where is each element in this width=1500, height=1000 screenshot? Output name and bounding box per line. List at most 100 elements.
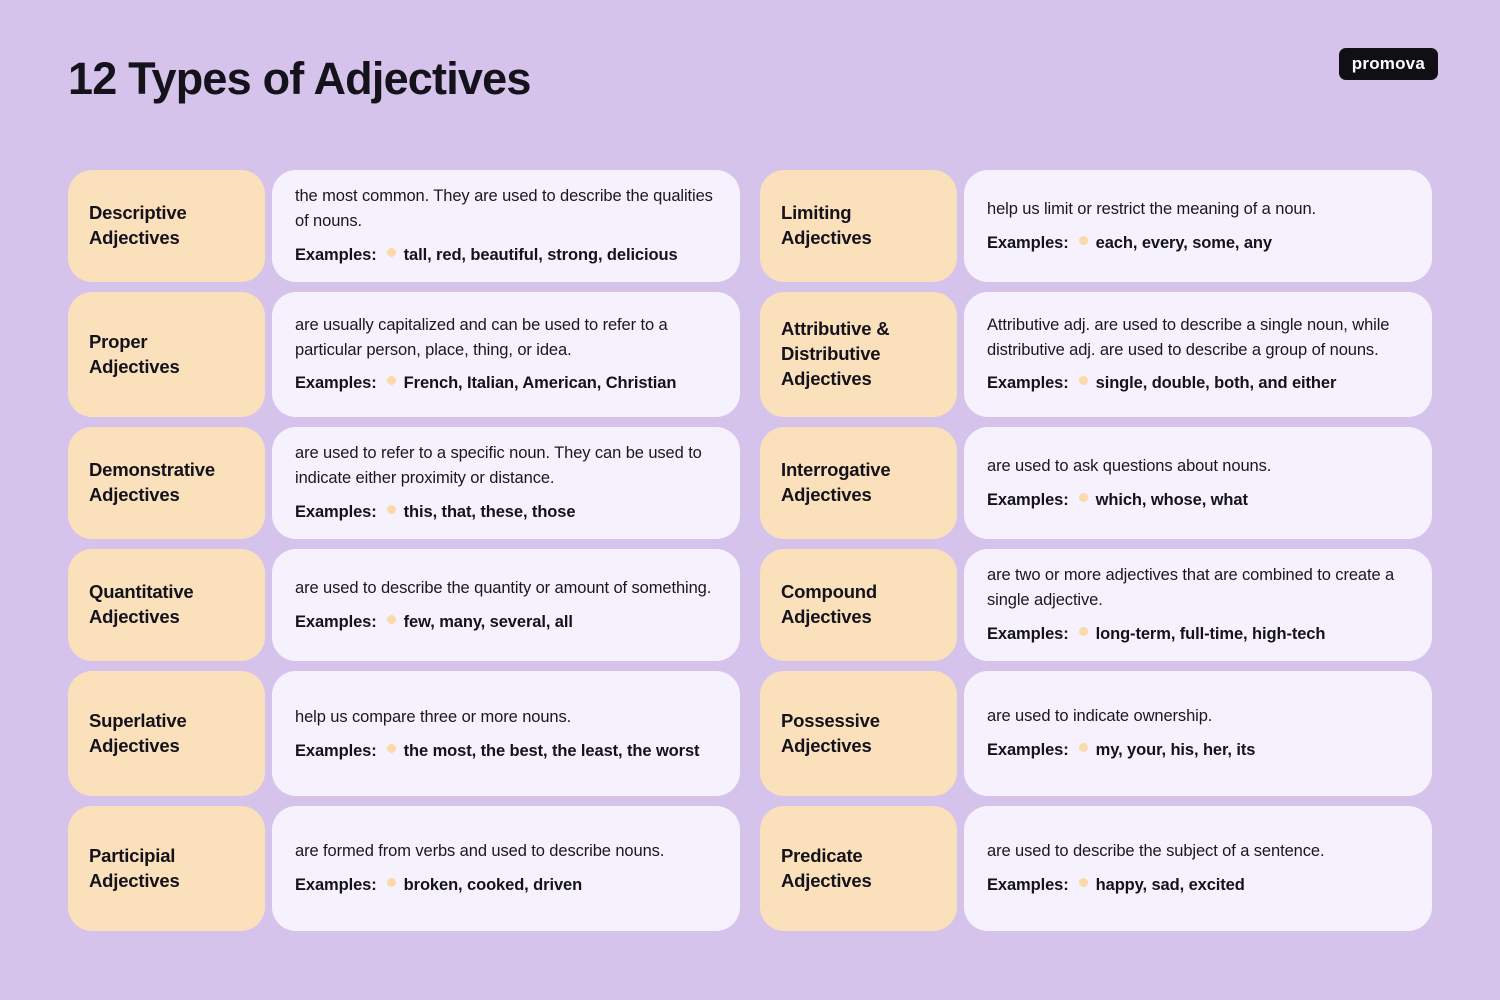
adjective-card-predicate: Predicate Adjectives are used to describ… xyxy=(760,806,1432,931)
card-examples-row: Examples: broken, cooked, driven xyxy=(295,873,716,898)
adjective-card-possessive: Possessive Adjectives are used to indica… xyxy=(760,671,1432,796)
card-body-demonstrative: are used to refer to a specific noun. Th… xyxy=(272,427,740,539)
card-title: Attributive & Distributive Adjectives xyxy=(781,318,890,389)
examples-text: happy, sad, excited xyxy=(1095,876,1245,894)
card-examples-row: Examples: few, many, several, all xyxy=(295,610,716,635)
bullet-dot-icon xyxy=(1078,376,1088,386)
card-examples-row: Examples: each, every, some, any xyxy=(987,231,1408,256)
card-description: are used to describe the subject of a se… xyxy=(987,842,1325,861)
examples-text: single, double, both, and either xyxy=(1095,374,1337,393)
card-title: Proper Adjectives xyxy=(89,330,180,377)
card-body-possessive: are used to indicate ownership. Examples… xyxy=(964,671,1432,796)
card-label-superlative: Superlative Adjectives xyxy=(68,671,265,796)
card-examples-row: Examples: long-term, full-time, high-tec… xyxy=(987,622,1408,647)
card-body-descriptive: the most common. They are used to descri… xyxy=(272,170,740,282)
bullet-dot-icon xyxy=(386,247,396,257)
card-title: Participial Adjectives xyxy=(89,844,180,891)
card-label-proper: Proper Adjectives xyxy=(68,292,265,417)
card-title: Quantitative Adjectives xyxy=(89,581,194,627)
bullet-dot-icon xyxy=(386,744,396,753)
bullet-dot-icon xyxy=(1078,235,1088,245)
card-label-descriptive: Descriptive Adjectives xyxy=(68,170,265,282)
card-body-interrogative: are used to ask questions about nouns. E… xyxy=(964,427,1432,539)
examples-text: few, many, several, all xyxy=(403,612,573,631)
examples-label: Examples: xyxy=(295,876,377,894)
adjective-card-compound: Compound Adjectives are two or more adje… xyxy=(760,549,1432,661)
card-description: are used to refer to a specific noun. Th… xyxy=(295,444,702,488)
card-label-attributive-distributive: Attributive & Distributive Adjectives xyxy=(760,292,957,417)
examples-label: Examples: xyxy=(295,742,377,760)
examples-label: Examples: xyxy=(987,876,1069,894)
card-examples-row: Examples: which, whose, what xyxy=(987,488,1408,513)
adjective-card-demonstrative: Demonstrative Adjectives are used to ref… xyxy=(68,427,740,539)
adjective-type-grid: Descriptive Adjectives the most common. … xyxy=(68,170,1432,931)
examples-text: tall, red, beautiful, strong, delicious xyxy=(403,245,678,264)
adjective-card-participial: Participial Adjectives are formed from v… xyxy=(68,806,740,931)
card-body-limiting: help us limit or restrict the meaning of… xyxy=(964,170,1432,282)
card-examples-row: Examples: the most, the best, the least,… xyxy=(295,739,716,764)
examples-text: each, every, some, any xyxy=(1095,233,1272,252)
card-label-demonstrative: Demonstrative Adjectives xyxy=(68,427,265,539)
header: 12 Types of Adjectives promova xyxy=(0,0,1500,160)
examples-text: long-term, full-time, high-tech xyxy=(1095,624,1326,643)
card-examples-row: Examples: happy, sad, excited xyxy=(987,873,1408,898)
card-body-quantitative: are used to describe the quantity or amo… xyxy=(272,549,740,661)
adjective-card-superlative: Superlative Adjectives help us compare t… xyxy=(68,671,740,796)
card-label-compound: Compound Adjectives xyxy=(760,549,957,661)
bullet-dot-icon xyxy=(386,614,396,624)
examples-label: Examples: xyxy=(295,612,377,631)
card-label-interrogative: Interrogative Adjectives xyxy=(760,427,957,539)
card-description: help us limit or restrict the meaning of… xyxy=(987,199,1317,218)
card-description: are two or more adjectives that are comb… xyxy=(987,566,1395,610)
card-description: Attributive adj. are used to describe a … xyxy=(987,315,1390,359)
card-examples-row: Examples: this, that, these, those xyxy=(295,500,716,525)
card-title: Descriptive Adjectives xyxy=(89,202,187,248)
examples-label: Examples: xyxy=(295,502,377,521)
bullet-dot-icon xyxy=(386,878,396,887)
examples-label: Examples: xyxy=(987,624,1069,643)
card-description: are usually capitalized and can be used … xyxy=(295,315,668,359)
card-body-superlative: help us compare three or more nouns. Exa… xyxy=(272,671,740,796)
examples-text: broken, cooked, driven xyxy=(403,876,583,894)
card-label-limiting: Limiting Adjectives xyxy=(760,170,957,282)
card-label-possessive: Possessive Adjectives xyxy=(760,671,957,796)
adjective-card-limiting: Limiting Adjectives help us limit or res… xyxy=(760,170,1432,282)
bullet-dot-icon xyxy=(1078,743,1088,752)
bullet-dot-icon xyxy=(1078,878,1088,887)
examples-label: Examples: xyxy=(987,490,1069,509)
card-title: Interrogative Adjectives xyxy=(781,459,891,505)
infographic-page: 12 Types of Adjectives promova Descripti… xyxy=(0,0,1500,1000)
card-body-proper: are usually capitalized and can be used … xyxy=(272,292,740,417)
card-description: are used to indicate ownership. xyxy=(987,707,1213,726)
adjective-card-interrogative: Interrogative Adjectives are used to ask… xyxy=(760,427,1432,539)
card-title: Possessive Adjectives xyxy=(781,709,880,756)
card-examples-row: Examples: my, your, his, her, its xyxy=(987,738,1408,763)
adjective-card-attributive-distributive: Attributive & Distributive Adjectives At… xyxy=(760,292,1432,417)
card-title: Superlative Adjectives xyxy=(89,709,187,756)
card-label-participial: Participial Adjectives xyxy=(68,806,265,931)
bullet-dot-icon xyxy=(1078,492,1088,502)
card-label-predicate: Predicate Adjectives xyxy=(760,806,957,931)
adjective-card-quantitative: Quantitative Adjectives are used to desc… xyxy=(68,549,740,661)
bullet-dot-icon xyxy=(386,376,396,386)
card-label-quantitative: Quantitative Adjectives xyxy=(68,549,265,661)
card-title: Demonstrative Adjectives xyxy=(89,459,215,505)
page-title: 12 Types of Adjectives xyxy=(68,53,531,104)
examples-text: my, your, his, her, its xyxy=(1095,741,1256,759)
card-title: Predicate Adjectives xyxy=(781,844,872,891)
bullet-dot-icon xyxy=(1078,626,1088,636)
examples-text: which, whose, what xyxy=(1095,490,1248,509)
adjective-card-proper: Proper Adjectives are usually capitalize… xyxy=(68,292,740,417)
examples-label: Examples: xyxy=(987,233,1069,252)
card-body-participial: are formed from verbs and used to descri… xyxy=(272,806,740,931)
card-description: are used to describe the quantity or amo… xyxy=(295,578,712,597)
examples-label: Examples: xyxy=(295,374,377,393)
card-examples-row: Examples: single, double, both, and eith… xyxy=(987,371,1408,396)
card-description: are used to ask questions about nouns. xyxy=(987,456,1272,475)
examples-text: the most, the best, the least, the worst xyxy=(403,742,700,760)
promova-logo: promova xyxy=(1338,48,1438,80)
examples-text: French, Italian, American, Christian xyxy=(403,374,677,393)
card-description: help us compare three or more nouns. xyxy=(295,708,572,727)
examples-label: Examples: xyxy=(987,374,1069,393)
adjective-card-descriptive: Descriptive Adjectives the most common. … xyxy=(68,170,740,282)
